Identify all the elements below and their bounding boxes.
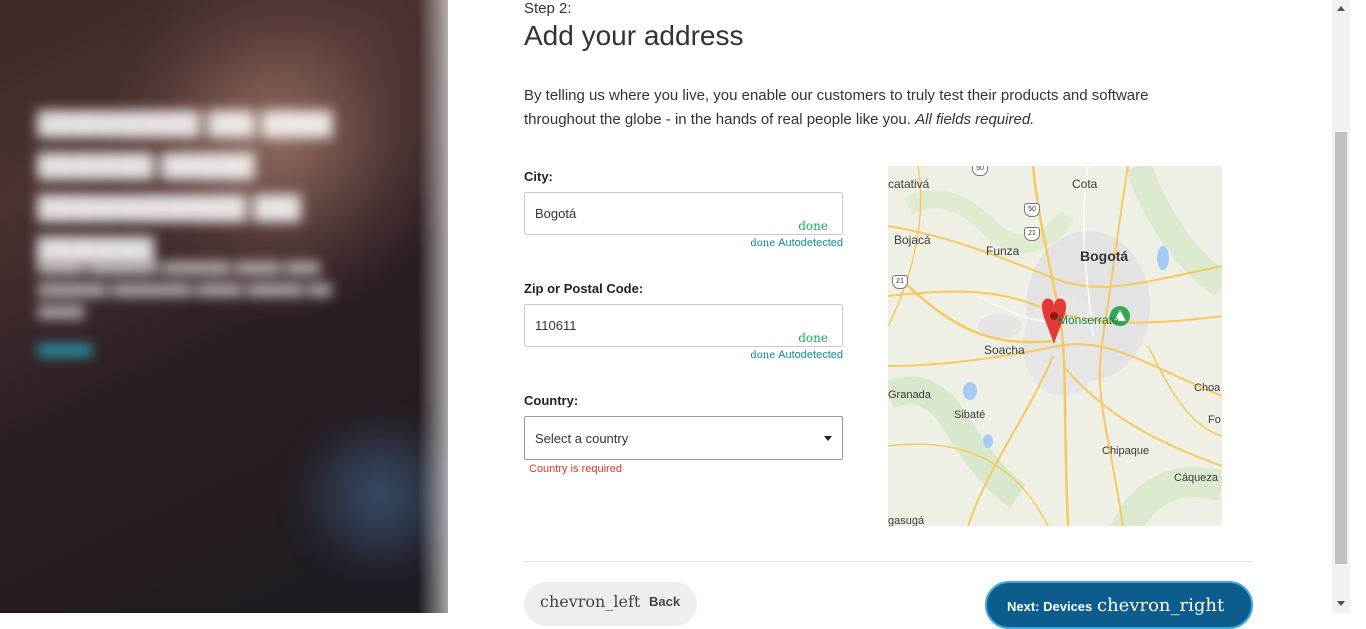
intro-emphasis: All fields required. — [915, 111, 1035, 128]
map-label-fo: Fo — [1208, 414, 1221, 426]
map-label-granada: Granada — [888, 389, 931, 401]
chevron-left-icon: chevron_left — [540, 592, 641, 611]
zip-field[interactable]: 110611 done — [524, 304, 843, 347]
hero-blurred-link: ▆▆▆▆▆ — [38, 340, 92, 356]
page-title: Add your address — [524, 20, 744, 51]
zip-autodetected-text: Autodetected — [778, 349, 843, 361]
zip-done-icon: done — [798, 331, 828, 345]
city-autodetected-icon: done — [750, 238, 776, 249]
scrollbar-thumb[interactable] — [1335, 132, 1347, 564]
next-devices-button[interactable]: Next: Devices chevron_right — [985, 581, 1253, 629]
map-label-bojaca: Bojacá — [894, 233, 931, 247]
back-button[interactable]: chevron_left Back — [524, 582, 697, 626]
next-label: Next: Devices — [1007, 599, 1093, 614]
intro-text: By telling us where you live, you enable… — [524, 84, 1214, 132]
city-done-icon: done — [798, 219, 828, 233]
address-form-panel: Step 2: Add your address By telling us w… — [448, 0, 1332, 629]
footer-divider — [524, 561, 1252, 562]
map-label-chipaque: Chipaque — [1102, 445, 1150, 457]
map-label-choa: Choa — [1194, 382, 1221, 394]
country-error: Country is required — [529, 463, 622, 475]
map-label-catativa: catativá — [888, 177, 930, 191]
caret-down-icon — [824, 436, 832, 441]
map-label-funza: Funza — [986, 244, 1020, 258]
map-label-cota: Cota — [1072, 177, 1098, 191]
route-shield-21: 21 — [892, 275, 908, 289]
city-autodetected: done Autodetected — [524, 237, 843, 249]
page-scrollbar[interactable] — [1332, 0, 1350, 613]
country-label: Country: — [524, 393, 579, 408]
zip-value: 110611 — [535, 318, 577, 333]
hero-blurred-paragraph: ▆▆▆▆ ▆▆▆▆▆▆ ▆▆▆▆▆▆ ▆▆▆▆ ▆▆▆ ▆▆▆▆▆▆ ▆▆▆▆▆▆… — [38, 258, 332, 319]
zip-autodetected: done Autodetected — [524, 349, 843, 361]
city-autodetected-text: Autodetected — [778, 237, 843, 249]
hero-blurred-heading: ▆▆▆▆▆▆▆ ▆▆ ▆▆▆ ▆▆▆▆▆ ▆▆▆▆ ▆▆▆▆▆▆▆▆▆ ▆▆ ▆▆▆… — [38, 104, 332, 263]
country-select-value: Select a country — [535, 431, 629, 446]
city-label: City: — [524, 169, 553, 184]
location-map[interactable]: 50 50 21 21 catativá Cota Bojacá Funza B… — [888, 166, 1222, 526]
zip-autodetected-icon: done — [750, 350, 776, 361]
country-select[interactable]: Select a country — [524, 416, 843, 460]
scroll-down-arrow-icon[interactable] — [1337, 601, 1345, 606]
scroll-up-arrow-icon[interactable] — [1337, 6, 1345, 11]
city-field[interactable]: Bogotá done — [524, 192, 843, 235]
city-value: Bogotá — [535, 206, 577, 221]
map-label-fusagasuga: gasugá — [888, 515, 925, 526]
zip-label: Zip or Postal Code: — [524, 281, 644, 296]
welcome-hero-panel: ▆▆▆▆▆▆▆ ▆▆ ▆▆▆ ▆▆▆▆▆ ▆▆▆▆ ▆▆▆▆▆▆▆▆▆ ▆▆ ▆▆▆… — [0, 0, 448, 613]
route-shield-21: 21 — [1024, 227, 1040, 241]
intro-body: By telling us where you live, you enable… — [524, 87, 1149, 128]
map-label-caqueza: Cáqueza — [1174, 472, 1219, 484]
map-label-soacha: Soacha — [984, 343, 1025, 357]
map-label-bogota: Bogotá — [1080, 248, 1129, 264]
map-label-monserrate: Monserrate — [1058, 313, 1119, 327]
back-label: Back — [649, 594, 681, 609]
hero-fade-edge — [418, 0, 448, 613]
map-label-sibate: Sibaté — [954, 409, 986, 421]
step-label: Step 2: — [524, 0, 572, 17]
route-shield-50: 50 — [1024, 203, 1040, 217]
map-roads — [888, 166, 1222, 526]
